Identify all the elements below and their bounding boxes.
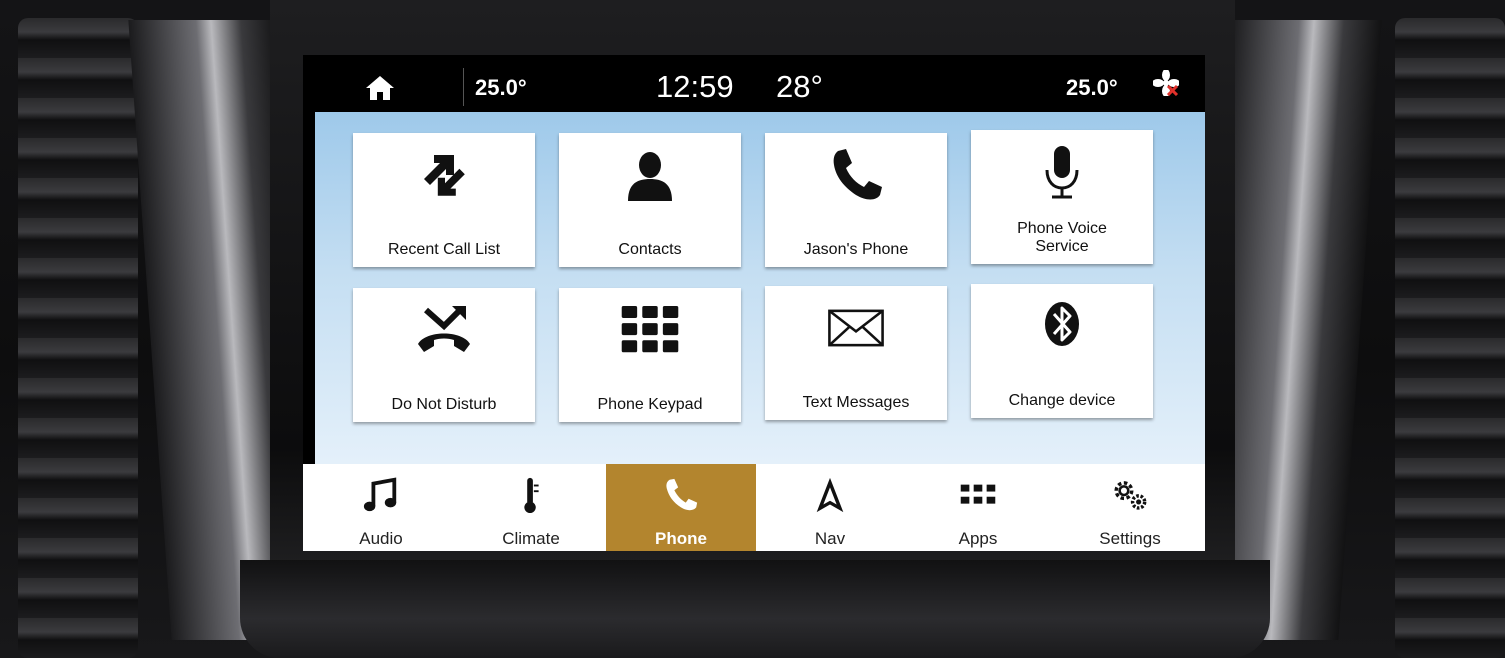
nav-navigation[interactable]: Nav [755, 464, 905, 551]
bluetooth-icon [1045, 302, 1079, 346]
nav-label: Phone [655, 529, 707, 548]
tile-contacts[interactable]: Contacts [559, 133, 741, 267]
tile-label: Contacts [618, 241, 682, 258]
tile-label: Phone Voice Service [1017, 220, 1107, 255]
phone-handset-icon [666, 478, 698, 511]
tile-jasons-phone[interactable]: Jason's Phone [765, 133, 947, 267]
tile-label: Recent Call List [387, 241, 501, 258]
tile-text-messages[interactable]: Text Messages [765, 286, 947, 420]
nav-apps[interactable]: Apps [903, 464, 1053, 551]
nav-label: Audio [359, 529, 403, 548]
nav-climate[interactable]: Climate [456, 464, 606, 551]
tile-label: Jason's Phone [803, 241, 909, 258]
tile-label: Change device [1008, 392, 1116, 409]
tile-change-device[interactable]: Change device [971, 284, 1153, 418]
nav-phone[interactable]: Phone [606, 464, 756, 551]
nav-audio[interactable]: Audio [306, 464, 456, 551]
phone-menu-panel: Recent Call List Contacts Jason's Phone … [315, 112, 1205, 464]
bottom-nav-bar: Audio Climate Phone Nav Apps Settings [303, 464, 1205, 551]
nav-label: Nav [814, 529, 846, 548]
tile-do-not-disturb[interactable]: Do Not Disturb [353, 288, 535, 422]
bezel-bottom [240, 560, 1270, 658]
nav-settings[interactable]: Settings [1055, 464, 1205, 551]
tile-label: Do Not Disturb [391, 396, 497, 413]
envelope-icon [828, 309, 884, 347]
navigation-arrow-icon [816, 477, 844, 513]
nav-label: Apps [958, 529, 998, 548]
clock: 12:59 [656, 69, 734, 104]
cabin-temp-right[interactable]: 25.0° [1066, 75, 1118, 101]
air-vent-right [1395, 18, 1505, 658]
gears-icon [1114, 481, 1147, 510]
tile-recent-call-list[interactable]: Recent Call List [353, 133, 535, 267]
nav-label: Settings [1099, 529, 1161, 548]
cabin-temp-left[interactable]: 25.0° [475, 75, 527, 101]
status-bar: 25.0° 12:59 28° 25.0° [303, 55, 1205, 111]
tile-label: Phone Keypad [597, 396, 703, 413]
do-not-disturb-icon [418, 306, 470, 352]
tile-label: Text Messages [802, 394, 910, 411]
recent-calls-icon [424, 155, 465, 196]
microphone-icon [1045, 146, 1079, 199]
tile-phone-keypad[interactable]: Phone Keypad [559, 288, 741, 422]
music-note-icon [363, 477, 397, 512]
keypad-icon [621, 306, 679, 353]
tile-phone-voice-service[interactable]: Phone Voice Service [971, 130, 1153, 264]
thermometer-icon [524, 477, 539, 514]
home-icon[interactable] [365, 75, 395, 101]
nav-label: Climate [502, 529, 560, 548]
status-divider [463, 68, 464, 106]
phone-handset-icon [833, 149, 882, 200]
air-vent-left [18, 18, 138, 658]
fan-off-icon[interactable] [1153, 70, 1179, 96]
infotainment-screen: 25.0° 12:59 28° 25.0° Recent Call List C… [303, 55, 1205, 551]
contact-person-icon [628, 152, 672, 201]
outside-temp: 28° [776, 69, 823, 104]
apps-grid-icon [960, 484, 996, 504]
